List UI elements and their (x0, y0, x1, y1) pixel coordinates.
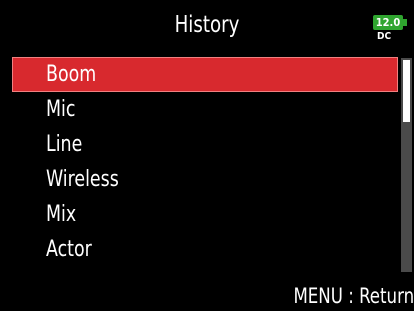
header-bar: History 12.0 DC (0, 0, 414, 48)
scrollbar-thumb[interactable] (403, 60, 410, 122)
battery-level-text: 12.0 (375, 16, 401, 29)
list-item-label: Actor (46, 237, 92, 262)
battery-tip (403, 19, 407, 26)
list-item-actor[interactable]: Actor (12, 232, 398, 267)
list-item-label: Mix (46, 202, 77, 227)
list-item-boom[interactable]: Boom (12, 57, 398, 92)
page-title: History (174, 12, 240, 38)
list-item-label: Boom (46, 62, 97, 87)
list-item-line[interactable]: Line (12, 127, 398, 162)
list-item-label: Mic (46, 97, 76, 122)
list-item-wireless[interactable]: Wireless (12, 162, 398, 197)
battery-icon: 12.0 DC (373, 15, 409, 43)
power-source-label: DC (377, 31, 392, 42)
menu-return-hint: MENU : Return (293, 284, 414, 308)
history-screen: History 12.0 DC Boom Mic Line Wireless M… (0, 0, 414, 311)
list-item-mix[interactable]: Mix (12, 197, 398, 232)
list-item-mic[interactable]: Mic (12, 92, 398, 127)
history-list: Boom Mic Line Wireless Mix Actor (12, 57, 398, 267)
list-item-label: Wireless (46, 167, 119, 192)
battery-body: 12.0 (373, 15, 403, 30)
list-item-label: Line (46, 132, 83, 157)
